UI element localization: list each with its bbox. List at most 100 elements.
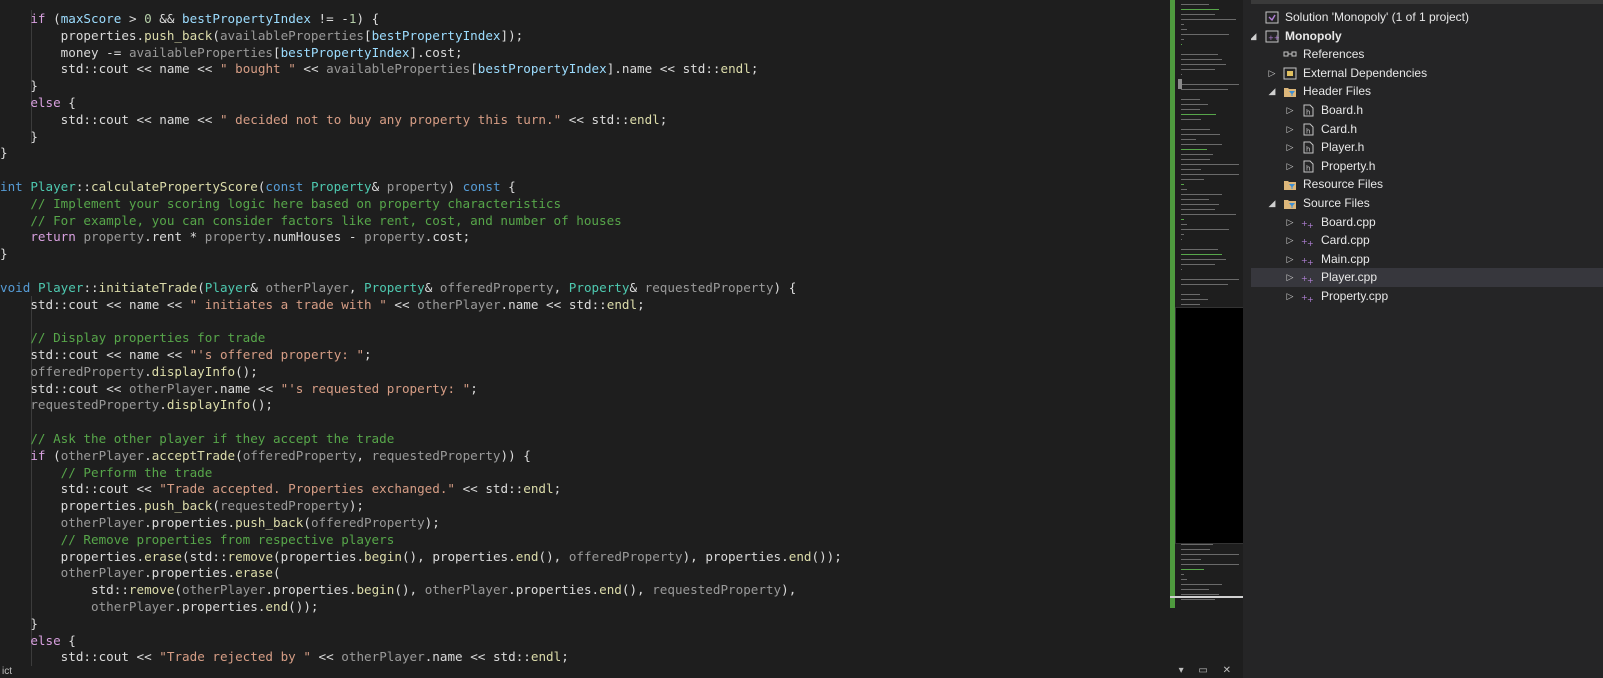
code-token-param: offeredProperty xyxy=(568,548,683,564)
code-token-text: :: xyxy=(53,347,69,362)
code-token-control: if xyxy=(30,11,46,26)
code-line[interactable]: properties.erase(std::remove(properties.… xyxy=(0,548,842,565)
tree-item[interactable]: ▷ h Property.h xyxy=(1251,157,1603,176)
code-line[interactable]: otherPlayer.properties.end()); xyxy=(0,598,319,615)
tree-item[interactable]: ▷ External Dependencies xyxy=(1251,64,1603,83)
code-token-comment: // Perform the trade xyxy=(60,464,213,480)
code-line[interactable]: otherPlayer.properties.push_back(offered… xyxy=(0,514,440,531)
code-token-text: & xyxy=(629,279,645,295)
code-token-function: begin xyxy=(364,548,402,564)
code-line[interactable]: // Perform the trade xyxy=(0,464,213,481)
minimap-line xyxy=(1181,154,1213,155)
minimap-line xyxy=(1181,169,1202,170)
code-token-control: return xyxy=(30,229,76,245)
code-line[interactable]: // Implement your scoring logic here bas… xyxy=(0,195,561,212)
minimap-line xyxy=(1181,204,1219,205)
code-editor[interactable]: if (maxScore > 0 && bestPropertyIndex !=… xyxy=(0,0,1170,666)
code-line[interactable]: else { xyxy=(0,632,76,649)
code-line[interactable]: } xyxy=(0,77,38,94)
expanded-chevron-icon[interactable]: ◢ xyxy=(1266,82,1278,101)
collapsed-chevron-icon[interactable]: ▷ xyxy=(1284,250,1296,269)
code-token-member: name xyxy=(159,61,190,77)
tree-item[interactable]: ▷ h Card.h xyxy=(1251,120,1603,139)
minimap-line xyxy=(1181,14,1215,15)
collapsed-chevron-icon[interactable]: ▷ xyxy=(1284,213,1296,232)
tree-item[interactable]: ◢ Source Files xyxy=(1251,194,1603,213)
code-token-text: :: xyxy=(614,111,630,127)
code-line[interactable]: std::remove(otherPlayer.properties.begin… xyxy=(0,581,796,598)
tree-item[interactable]: ▷ + + Card.cpp xyxy=(1251,231,1603,250)
collapsed-chevron-icon[interactable]: ▷ xyxy=(1284,138,1296,157)
tree-item[interactable]: ▷ h Board.h xyxy=(1251,101,1603,120)
minimap-line xyxy=(1181,44,1182,45)
tree-item[interactable]: ▷ + + Player.cpp xyxy=(1251,268,1603,288)
expanded-chevron-icon[interactable]: ◢ xyxy=(1266,194,1278,213)
code-line[interactable]: return property.rent * property.numHouse… xyxy=(0,228,470,245)
collapsed-chevron-icon[interactable]: ▷ xyxy=(1284,101,1296,120)
tree-item[interactable]: ▷ + + Board.cpp xyxy=(1251,213,1603,232)
code-line[interactable]: std::cout << otherPlayer.name << "'s req… xyxy=(0,380,477,397)
code-line[interactable]: if (maxScore > 0 && bestPropertyIndex !=… xyxy=(0,10,379,27)
code-line[interactable]: std::cout << name << " bought " << avail… xyxy=(0,60,759,77)
expanded-chevron-icon[interactable]: ◢ xyxy=(1251,27,1259,46)
code-line[interactable]: if (otherPlayer.acceptTrade(offeredPrope… xyxy=(0,447,531,464)
tree-item-label: External Dependencies xyxy=(1303,65,1428,80)
tree-item[interactable]: Solution 'Monopoly' (1 of 1 project) xyxy=(1251,8,1603,27)
window-controls[interactable]: ▾ ▭ ✕ xyxy=(1179,665,1237,676)
code-line[interactable]: // Ask the other player if they accept t… xyxy=(0,430,394,447)
tree-item[interactable]: References xyxy=(1251,45,1603,64)
code-token-param: availableProperties xyxy=(326,61,471,77)
tree-item[interactable]: ▷ + + Main.cpp xyxy=(1251,250,1603,269)
code-line[interactable]: std::cout << "Trade rejected by " << oth… xyxy=(0,648,569,665)
code-token-text: & xyxy=(250,279,266,295)
collapsed-chevron-icon[interactable]: ▷ xyxy=(1284,120,1296,139)
code-token-text: != - xyxy=(310,11,349,26)
tree-item[interactable]: ◢ Header Files xyxy=(1251,82,1603,101)
minimap-line xyxy=(1181,149,1208,150)
solution-explorer[interactable]: Solution 'Monopoly' (1 of 1 project) ◢ ++ M… xyxy=(1251,0,1603,678)
code-line[interactable]: } xyxy=(0,615,38,632)
code-line[interactable]: int Player::calculatePropertyScore(const… xyxy=(0,178,516,195)
minimap-line xyxy=(1181,89,1228,90)
collapsed-chevron-icon[interactable]: ▷ xyxy=(1266,64,1278,83)
minimap-line xyxy=(1181,564,1239,565)
code-line[interactable]: properties.push_back(requestedProperty); xyxy=(0,497,364,514)
code-line[interactable]: money -= availableProperties[bestPropert… xyxy=(0,44,463,61)
collapsed-chevron-icon[interactable]: ▷ xyxy=(1284,268,1296,287)
code-line[interactable]: offeredProperty.displayInfo(); xyxy=(0,363,257,380)
code-line[interactable]: std::cout << "Trade accepted. Properties… xyxy=(0,480,562,497)
minimap-viewport[interactable] xyxy=(1175,307,1245,544)
collapsed-chevron-icon[interactable]: ▷ xyxy=(1284,231,1296,250)
code-line[interactable]: } xyxy=(0,144,8,161)
panel-splitter[interactable] xyxy=(1243,0,1251,678)
tree-item[interactable]: ◢ ++ Monopoly xyxy=(1251,27,1603,46)
code-token-text: cout xyxy=(98,61,129,77)
tree-item[interactable]: ▷ h Player.h xyxy=(1251,138,1603,157)
code-line[interactable]: // Remove properties from respective pla… xyxy=(0,531,395,548)
code-line[interactable]: void Player::initiateTrade(Player& other… xyxy=(0,279,796,296)
minimap-line xyxy=(1181,34,1230,35)
code-token-member: rent xyxy=(151,229,183,245)
tree-item[interactable]: Resource Files xyxy=(1251,175,1603,194)
code-token-function: endl xyxy=(629,111,660,127)
code-line[interactable]: requestedProperty.displayInfo(); xyxy=(0,396,273,413)
code-line[interactable]: std::cout << name << " decided not to bu… xyxy=(0,111,668,128)
code-line[interactable]: properties.push_back(availableProperties… xyxy=(0,27,524,44)
code-line[interactable]: otherPlayer.properties.erase( xyxy=(0,564,281,581)
code-line[interactable]: // For example, you can consider factors… xyxy=(0,212,621,229)
code-line[interactable]: } xyxy=(0,245,8,262)
code-token-text: . xyxy=(174,599,182,614)
code-line[interactable]: std::cout << name << " initiates a trade… xyxy=(0,296,644,313)
code-line[interactable]: std::cout << name << "'s offered propert… xyxy=(0,346,371,363)
code-line[interactable]: else { xyxy=(0,94,76,111)
minimap-line xyxy=(1181,109,1200,110)
tree-item[interactable]: ▷ + + Property.cpp xyxy=(1251,287,1603,306)
collapsed-chevron-icon[interactable]: ▷ xyxy=(1284,157,1296,176)
code-token-text: - xyxy=(341,229,365,245)
tree-item-label: References xyxy=(1303,47,1365,62)
collapsed-chevron-icon[interactable]: ▷ xyxy=(1284,287,1296,306)
code-line[interactable]: } xyxy=(0,128,38,145)
code-line[interactable]: // Display properties for trade xyxy=(0,329,265,346)
